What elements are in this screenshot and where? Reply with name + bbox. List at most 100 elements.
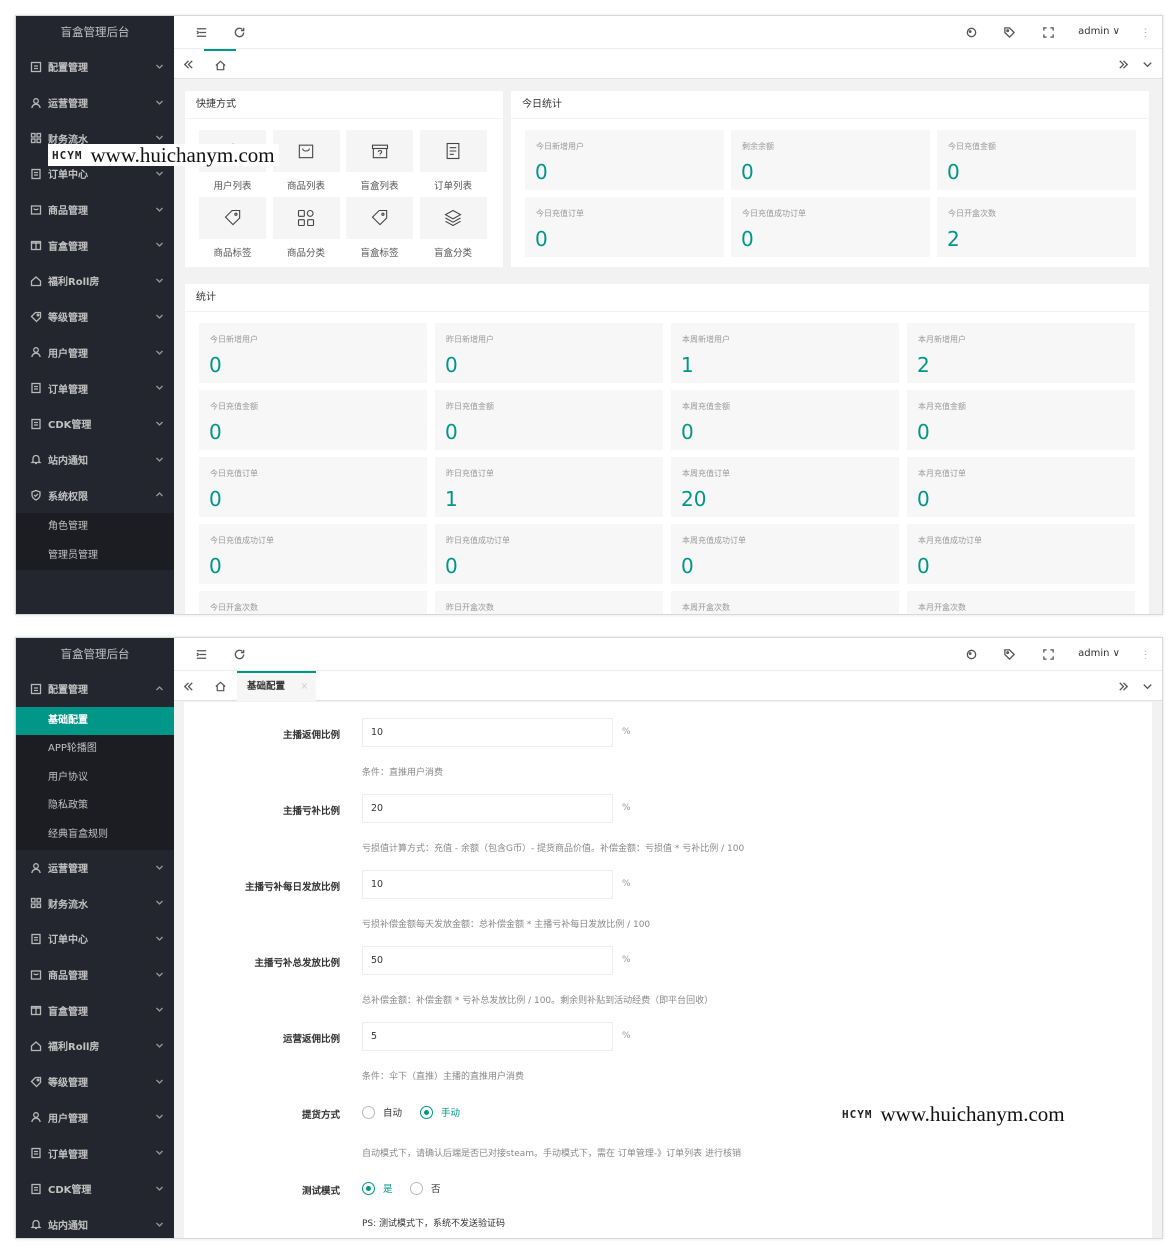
- shortcut-blindbox-tag[interactable]: 盲盒标签: [346, 197, 413, 259]
- more-icon[interactable]: [1138, 25, 1152, 39]
- tab-bar: 基础配置 ×: [174, 671, 1162, 701]
- unit-label: %: [622, 879, 631, 889]
- nav-item-config[interactable]: 配置管理: [16, 49, 174, 85]
- stat-cell: 本周充值订单 20: [671, 457, 899, 517]
- shortcut-label: 用户列表: [213, 181, 252, 192]
- nav-item-notice[interactable]: 站内通知: [16, 1207, 174, 1238]
- goods-icon: [30, 204, 42, 216]
- shortcut-goods-tag[interactable]: 商品标签: [199, 197, 266, 259]
- shortcut-order-list[interactable]: 订单列表: [419, 130, 487, 192]
- nav-item-roll-room[interactable]: 福利Roll房: [16, 263, 174, 299]
- tabs-prev-icon[interactable]: [181, 57, 195, 71]
- submenu-item[interactable]: APP轮播图: [16, 735, 174, 764]
- field-hint: 亏损补偿金额每天发放金额：总补偿金额 * 主播亏补每日发放比例 / 100: [362, 920, 651, 930]
- stat-value: 2: [947, 227, 960, 251]
- tab-basic-config[interactable]: 基础配置 ×: [237, 671, 316, 701]
- fullscreen-icon[interactable]: [1041, 25, 1055, 39]
- shortcut-goods-list[interactable]: 商品列表: [272, 130, 340, 192]
- nav-item-order[interactable]: 订单管理: [16, 370, 174, 406]
- theme-icon[interactable]: [964, 647, 978, 661]
- nav-item-blindbox[interactable]: 盲盒管理: [16, 227, 174, 263]
- submenu-item[interactable]: 基础配置: [16, 706, 174, 736]
- operation-commission-input[interactable]: 5: [362, 1022, 613, 1051]
- submenu-item[interactable]: 角色管理: [16, 513, 174, 542]
- level-icon: [30, 1076, 42, 1088]
- nav-item-goods[interactable]: 商品管理: [16, 957, 174, 993]
- user-menu[interactable]: admin ∨: [1078, 648, 1120, 659]
- nav-item-cdk[interactable]: CDK管理: [16, 1171, 174, 1207]
- nav-item-level[interactable]: 等级管理: [16, 1064, 174, 1100]
- tag-icon[interactable]: [1002, 25, 1016, 39]
- refresh-icon[interactable]: [232, 25, 246, 39]
- nav-item-notice[interactable]: 站内通知: [16, 442, 174, 478]
- order-center-icon: [30, 168, 42, 180]
- shortcut-goods-category[interactable]: 商品分类: [272, 197, 340, 259]
- shortcut-blindbox-list[interactable]: 盲盒列表: [346, 130, 413, 192]
- category-icon: [272, 197, 340, 239]
- nav-item-goods[interactable]: 商品管理: [16, 192, 174, 228]
- test-no-radio[interactable]: 否: [410, 1181, 441, 1195]
- submenu-item[interactable]: 隐私政策: [16, 792, 174, 821]
- nav-item-level[interactable]: 等级管理: [16, 299, 174, 335]
- stat-label: 今日开盒次数: [948, 209, 996, 218]
- shortcut-blindbox-category[interactable]: 盲盒分类: [419, 197, 487, 259]
- shortcut-label: 盲盒分类: [433, 248, 472, 259]
- tabs-dropdown-icon[interactable]: [1140, 57, 1154, 71]
- nav-item-order[interactable]: 订单管理: [16, 1135, 174, 1171]
- refresh-icon[interactable]: [232, 647, 246, 661]
- delivery-manual-radio[interactable]: 手动: [420, 1105, 460, 1119]
- stat-label: 昨日开盒次数: [446, 603, 494, 612]
- nav-item-roll-room[interactable]: 福利Roll房: [16, 1028, 174, 1064]
- nav-item-order-center[interactable]: 订单中心: [16, 921, 174, 957]
- test-yes-radio[interactable]: 是: [362, 1181, 393, 1195]
- nav-item-config[interactable]: 配置管理: [16, 671, 174, 707]
- home-icon: [214, 60, 226, 70]
- user-menu[interactable]: admin ∨: [1078, 26, 1120, 37]
- nav-item-user[interactable]: 用户管理: [16, 1099, 174, 1135]
- anchor-daily-compensation-input[interactable]: 10: [362, 870, 613, 899]
- tab-home[interactable]: [204, 671, 236, 701]
- nav-item-cdk[interactable]: CDK管理: [16, 406, 174, 442]
- menu-toggle-icon[interactable]: [194, 647, 208, 661]
- stat-label: 今日新增用户: [536, 142, 584, 151]
- tab-home[interactable]: [204, 49, 236, 79]
- tabs-next-icon[interactable]: [1116, 57, 1130, 71]
- nav-item-operation[interactable]: 运营管理: [16, 850, 174, 886]
- submenu-item[interactable]: 管理员管理: [16, 542, 174, 571]
- today-stat: 今日充值订单 0: [525, 197, 724, 257]
- nav-item-permission[interactable]: 系统权限: [16, 477, 174, 513]
- anchor-compensation-input[interactable]: 20: [362, 794, 613, 823]
- stat-value: 0: [209, 353, 222, 377]
- field-label: 主播亏补总发放比例: [254, 958, 340, 969]
- chevron-up-icon: [155, 490, 164, 499]
- more-icon[interactable]: [1138, 647, 1152, 661]
- submenu-item[interactable]: 经典盲盒规则: [16, 821, 174, 850]
- stat-label: 今日充值金额: [210, 402, 258, 411]
- stat-label: 剩余余额: [742, 142, 774, 151]
- stat-label: 今日充值金额: [948, 142, 996, 151]
- quick-card: 快捷方式 用户列表 商品列表 盲盒列表 订单列表 商品标签 商品分类 盲盒标签 盲盒分类: [185, 91, 503, 267]
- tag-icon[interactable]: [1002, 647, 1016, 661]
- nav-item-blindbox[interactable]: 盲盒管理: [16, 992, 174, 1028]
- theme-icon[interactable]: [964, 25, 978, 39]
- anchor-commission-input[interactable]: 10: [362, 718, 613, 747]
- watermark: HCYM www.huichanym.com: [48, 143, 279, 167]
- tabs-dropdown-icon[interactable]: [1140, 679, 1154, 693]
- fullscreen-icon[interactable]: [1041, 647, 1055, 661]
- anchor-total-compensation-input[interactable]: 50: [362, 946, 613, 975]
- chevron-up-icon: [155, 684, 164, 693]
- nav-label: 盲盒管理: [48, 241, 88, 253]
- submenu-item[interactable]: 用户协议: [16, 764, 174, 793]
- nav-label: 用户管理: [48, 1113, 88, 1125]
- stat-cell: 昨日开盒次数: [435, 591, 663, 614]
- nav-item-user[interactable]: 用户管理: [16, 335, 174, 371]
- nav-item-finance[interactable]: 财务流水: [16, 885, 174, 921]
- tabs-next-icon[interactable]: [1116, 679, 1130, 693]
- tab-close-icon[interactable]: ×: [300, 681, 308, 692]
- nav-item-operation[interactable]: 运营管理: [16, 85, 174, 121]
- stat-value: 0: [917, 487, 930, 511]
- stat-value: 0: [917, 554, 930, 578]
- delivery-auto-radio[interactable]: 自动: [362, 1105, 402, 1119]
- menu-toggle-icon[interactable]: [194, 25, 208, 39]
- tabs-prev-icon[interactable]: [181, 679, 195, 693]
